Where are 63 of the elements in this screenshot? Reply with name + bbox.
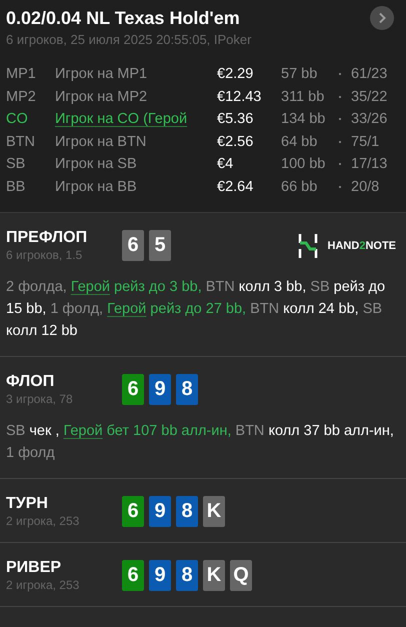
playing-card: Q (230, 560, 252, 591)
position-label: BB (6, 178, 26, 195)
street-info: 3 игрока, 78 (6, 392, 74, 406)
playing-card: 9 (149, 560, 171, 591)
player-stats: 35/22 (351, 88, 388, 105)
player-name: Игрок на MP1 (55, 66, 148, 82)
hand-subtitle: 6 игроков, 25 июля 2025 20:55:05, IPoker (6, 32, 252, 47)
playing-card: 6 (122, 496, 144, 527)
stack-amount: €12.43 (217, 88, 262, 105)
player-name: Игрок на SB (55, 156, 138, 172)
street-info: 2 игрока, 253 (6, 514, 80, 528)
player-name: Игрок на MP2 (55, 88, 148, 105)
stack-bb: 311 bb (281, 88, 326, 105)
player-stats: 61/23 (351, 66, 388, 82)
street-name: РИВЕР (6, 559, 62, 577)
player-stats: 75/1 (351, 134, 380, 150)
stack-amount: €2.56 (217, 134, 254, 150)
player-stats: 33/26 (351, 111, 388, 128)
playing-card: 9 (149, 496, 171, 527)
stack-amount: €2.64 (217, 178, 254, 195)
stack-amount: €5.36 (217, 111, 254, 128)
street-name: ФЛОП (6, 373, 56, 391)
player-name[interactable]: Игрок на CO (Герой (55, 111, 217, 128)
playing-card: K (203, 496, 225, 527)
street-name: ТУРН (6, 495, 49, 513)
next-button[interactable] (370, 6, 394, 30)
playing-card: 6 (122, 374, 144, 405)
logo-text: HAND2NOTE (328, 240, 396, 252)
action-summary: SB чек , Герой бет 107 bb алл-ин, BTN колл 37 bb алл-ин, 1 фолд (6, 422, 395, 463)
stack-bb: 64 bb (281, 134, 318, 150)
action-summary: 2 фолда, Герой рейз до 3 bb, BTN колл 3 bb, SB рейз до 15 bb, 1 фолд, Герой рейз до 27 bb, BTN колл 24 bb, SB колл 12 bb (6, 278, 386, 341)
stack-amount: €2.29 (217, 66, 254, 82)
playing-card: 5 (149, 230, 171, 261)
street-info: 6 игроков, 1.5 (6, 248, 84, 262)
playing-card: 9 (149, 374, 171, 405)
stack-bb: 134 bb (281, 111, 326, 128)
stack-bb: 66 bb (281, 178, 318, 195)
hero-link[interactable]: Герой (107, 301, 146, 317)
playing-card: K (203, 560, 225, 591)
playing-card: 8 (176, 496, 198, 527)
stack-bb: 57 bb (281, 66, 318, 82)
position-label: BTN (6, 134, 36, 150)
hand-title: 0.02/0.04 NL Texas Hold'em (6, 8, 240, 28)
playing-card: 6 (122, 560, 144, 591)
playing-card: 8 (176, 374, 198, 405)
playing-card: 6 (122, 230, 144, 261)
position-label: CO (6, 111, 29, 128)
stack-bb: 100 bb (281, 156, 326, 172)
logo-icon (298, 234, 318, 258)
playing-card: 8 (176, 560, 198, 591)
hero-link[interactable]: Герой (63, 423, 103, 439)
player-name: Игрок на BB (55, 178, 138, 195)
stack-amount: €4 (217, 156, 234, 172)
chevron-right-icon (377, 12, 387, 24)
hero-link[interactable]: Герой (70, 279, 110, 295)
position-label: MP2 (6, 88, 37, 105)
player-stats: 20/8 (351, 178, 380, 195)
position-label: MP1 (6, 66, 37, 82)
position-label: SB (6, 156, 26, 172)
player-name: Игрок на BTN (55, 134, 148, 150)
street-info: 2 игрока, 253 (6, 578, 80, 592)
street-name: ПРЕФЛОП (6, 229, 88, 247)
player-stats: 17/13 (351, 156, 388, 172)
